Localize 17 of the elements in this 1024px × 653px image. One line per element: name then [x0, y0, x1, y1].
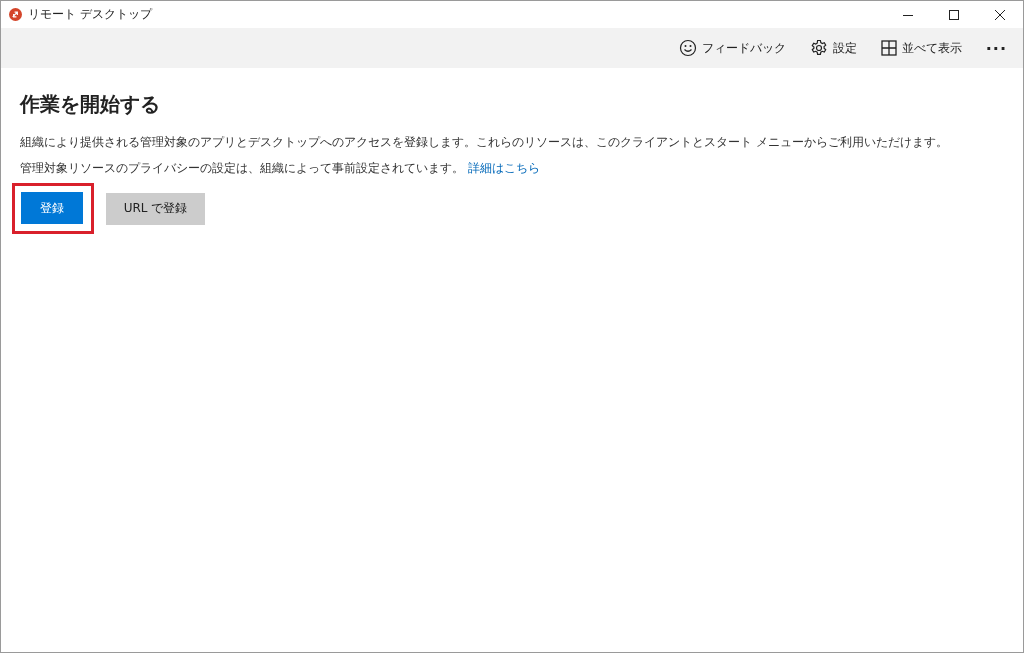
maximize-icon — [949, 9, 959, 20]
settings-button[interactable]: 設定 — [799, 33, 867, 63]
close-icon — [995, 9, 1005, 20]
window-title: リモート デスクトップ — [28, 6, 152, 23]
grid-icon — [880, 40, 897, 56]
learn-more-link[interactable]: 詳細はこちら — [467, 161, 540, 175]
more-button[interactable]: ··· — [975, 33, 1017, 63]
register-url-button[interactable]: URL で登録 — [106, 192, 205, 225]
feedback-button[interactable]: フィードバック — [668, 33, 796, 63]
privacy-note: 管理対象リソースのプライバシーの設定は、組織によって事前設定されています。 — [20, 161, 464, 175]
app-logo-icon — [9, 8, 22, 21]
page-heading: 作業を開始する — [20, 91, 161, 118]
tile-view-button[interactable]: 並べて表示 — [870, 33, 972, 63]
description-text: 組織により提供される管理対象のアプリとデスクトップへのアクセスを登録します。これらのリソースは、このクライアントとスタート メニューからご利用いただけます。 — [20, 134, 949, 150]
smiley-icon — [678, 39, 697, 57]
settings-icon — [809, 39, 828, 57]
register-button[interactable]: 登録 — [21, 192, 83, 224]
